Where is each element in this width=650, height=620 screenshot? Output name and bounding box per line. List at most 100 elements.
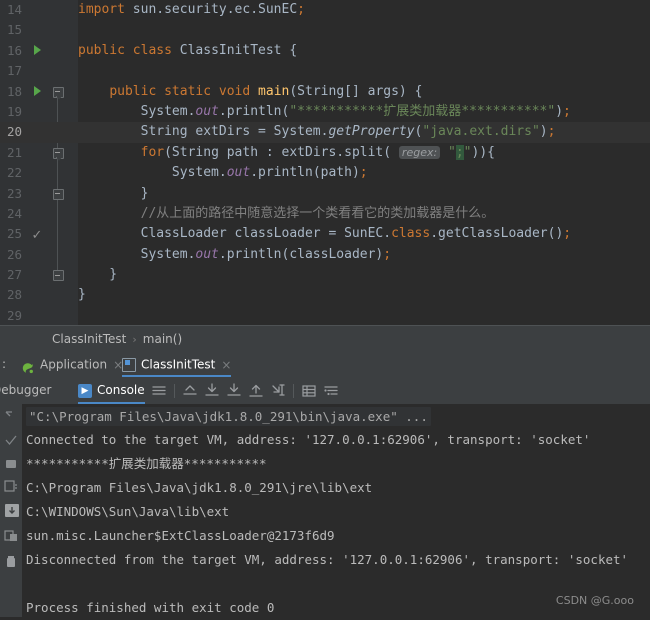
line-number: 24 — [6, 205, 22, 221]
editor-line[interactable]: 27 } — [0, 265, 650, 285]
editor-lines[interactable]: 14 import sun.security.ec.SunEC; 15 16 publi… — [0, 0, 650, 325]
breadcrumb-class[interactable]: ClassInitTest — [52, 332, 126, 346]
breadcrumb-method[interactable]: main() — [143, 332, 182, 346]
scroll-down-icon[interactable] — [201, 377, 223, 404]
panel-tab-console-label: Console — [97, 383, 145, 397]
intellij-idea-window: 14 import sun.security.ec.SunEC; 15 16 publi… — [0, 0, 650, 617]
console-panel[interactable]: "C:\Program Files\Java\jdk1.8.0_291\bin\… — [0, 404, 650, 617]
settings-list-icon[interactable] — [320, 377, 342, 404]
console-line: Connected to the target VM, address: '12… — [26, 432, 591, 447]
code-text: for(String path : extDirs.split( regex: … — [140, 144, 495, 160]
code-fold-end-icon[interactable] — [50, 184, 66, 204]
editor-line[interactable]: 15 — [0, 20, 650, 40]
console-line: C:\Program Files\Java\jdk1.8.0_291\jre\l… — [26, 480, 373, 495]
code-text: } — [78, 185, 149, 201]
code-text: //从上面的路径中随意选择一个类看看它的类加载器是什么。 — [78, 205, 495, 221]
grid-icon[interactable] — [298, 377, 320, 404]
editor-line[interactable]: 23 } — [0, 184, 650, 204]
console-line: Disconnected from the target VM, address… — [26, 552, 629, 567]
trash-icon[interactable] — [3, 554, 19, 570]
console-line: C:\WINDOWS\Sun\Java\lib\ext — [26, 504, 230, 519]
editor-line[interactable]: 26 System.out.println(classLoader); — [0, 245, 650, 265]
run-gutter-icon[interactable] — [28, 41, 46, 61]
line-number: 23 — [6, 185, 22, 201]
editor-line[interactable]: 14 import sun.security.ec.SunEC; — [0, 0, 650, 20]
panel-tab-debugger[interactable]: Debugger — [0, 377, 51, 404]
line-number: 20 — [6, 124, 22, 140]
breadcrumb-bar[interactable]: ClassInitTest › main() — [0, 325, 650, 352]
toolbar-divider-2 — [293, 384, 294, 398]
check-icon[interactable] — [3, 432, 19, 448]
editor-line[interactable]: 21 for(String path : extDirs.split( rege… — [0, 143, 650, 163]
soft-wrap-icon[interactable] — [148, 377, 170, 404]
code-text: } — [78, 267, 118, 283]
line-number: 25 — [6, 226, 22, 242]
editor-line[interactable]: 20 String extDirs = System.getProperty("… — [0, 122, 650, 143]
watermark-label: CSDN @G.ooo — [555, 594, 634, 607]
code-text: String extDirs = System.getProperty("jav… — [78, 124, 556, 140]
line-number: 16 — [6, 42, 22, 58]
soft-wrap-side-icon[interactable] — [3, 528, 19, 544]
editor-line[interactable]: 24 //从上面的路径中随意选择一个类看看它的类加载器是什么。 — [0, 204, 650, 224]
toolwindow-prefix-label: : — [2, 357, 7, 371]
line-number: 19 — [6, 103, 22, 119]
code-text: ClassLoader classLoader = SunEC.class.ge… — [78, 226, 572, 242]
editor-line[interactable]: 16 public class ClassInitTest { — [0, 41, 650, 61]
line-number: 28 — [6, 287, 22, 303]
run-gutter-icon[interactable] — [28, 82, 46, 102]
line-number: 14 — [6, 2, 22, 17]
console-folded-command[interactable]: "C:\Program Files\Java\jdk1.8.0_291\bin\… — [26, 407, 431, 426]
print-down-icon[interactable] — [223, 377, 245, 404]
code-text: System.out.println(path); — [78, 165, 368, 181]
editor-line[interactable]: 17 — [0, 61, 650, 81]
editor-line[interactable]: 22 System.out.println(path); — [0, 163, 650, 183]
scroll-up-icon[interactable] — [245, 377, 267, 404]
stop-icon[interactable] — [3, 456, 19, 472]
console-toolbar-icons[interactable] — [148, 377, 342, 404]
rerun-icon[interactable] — [3, 408, 19, 424]
code-text: System.out.println("***********扩展类加载器***… — [78, 103, 571, 119]
editor-line[interactable]: 25 ✓ ClassLoader classLoader = SunEC.clas… — [0, 224, 650, 244]
line-number: 29 — [6, 307, 22, 323]
scroll-to-end-icon[interactable] — [267, 377, 289, 404]
print-icon[interactable] — [3, 502, 21, 520]
line-number: 22 — [6, 165, 22, 181]
tab-classinittest-label: ClassInitTest — [141, 357, 216, 372]
line-number: 17 — [6, 63, 22, 79]
code-text: System.out.println(classLoader); — [78, 246, 392, 262]
console-line: "C:\Program Files\Java\jdk1.8.0_291\bin\… — [26, 404, 650, 428]
run-configuration-tabs[interactable]: : Application × ClassInitTest × — [0, 351, 650, 377]
export-up-icon[interactable] — [179, 377, 201, 404]
panel-tab-console[interactable]: ▶ Console — [78, 377, 145, 404]
editor-line[interactable]: 29 — [0, 306, 650, 325]
console-side-toolbar[interactable] — [0, 404, 22, 617]
editor-line[interactable]: 18 public static void main(String[] args… — [0, 82, 650, 102]
code-fold-minus-icon[interactable] — [50, 143, 66, 163]
editor-line[interactable]: 28} — [0, 285, 650, 305]
editor-line[interactable]: 19 System.out.println("***********扩展类加载器… — [0, 102, 650, 122]
console-icon: ▶ — [78, 383, 92, 398]
code-text: public class ClassInitTest { — [78, 42, 298, 58]
line-number: 21 — [6, 144, 22, 160]
code-fold-minus-icon[interactable] — [50, 82, 66, 102]
line-number: 15 — [6, 22, 22, 38]
run-tool-window: : Application× ClassInitTest × Debugger — [0, 351, 650, 617]
panel-tab-debugger-label: Debugger — [0, 383, 52, 397]
code-text: import sun.security.ec.SunEC; — [78, 2, 305, 17]
breadcrumb-separator-icon: › — [132, 333, 137, 346]
code-text: public static void main(String[] args) { — [109, 83, 423, 99]
line-number: 18 — [6, 83, 22, 99]
code-fold-end-icon[interactable] — [50, 265, 66, 285]
tab-application[interactable]: Application × — [22, 351, 123, 377]
code-editor-area[interactable]: 14 import sun.security.ec.SunEC; 15 16 publi… — [0, 0, 650, 325]
toolbar-divider-1 — [174, 384, 175, 398]
tab-classinittest-close-icon[interactable]: × — [221, 358, 231, 372]
checkmark-gutter-icon: ✓ — [31, 228, 43, 244]
class-icon — [122, 357, 136, 372]
code-text: } — [78, 287, 86, 303]
console-toolbar[interactable]: Debugger ▶ Console — [0, 377, 650, 404]
trace-icon[interactable] — [3, 478, 19, 494]
tab-classinittest[interactable]: ClassInitTest × — [122, 351, 232, 377]
spring-icon — [22, 358, 35, 374]
